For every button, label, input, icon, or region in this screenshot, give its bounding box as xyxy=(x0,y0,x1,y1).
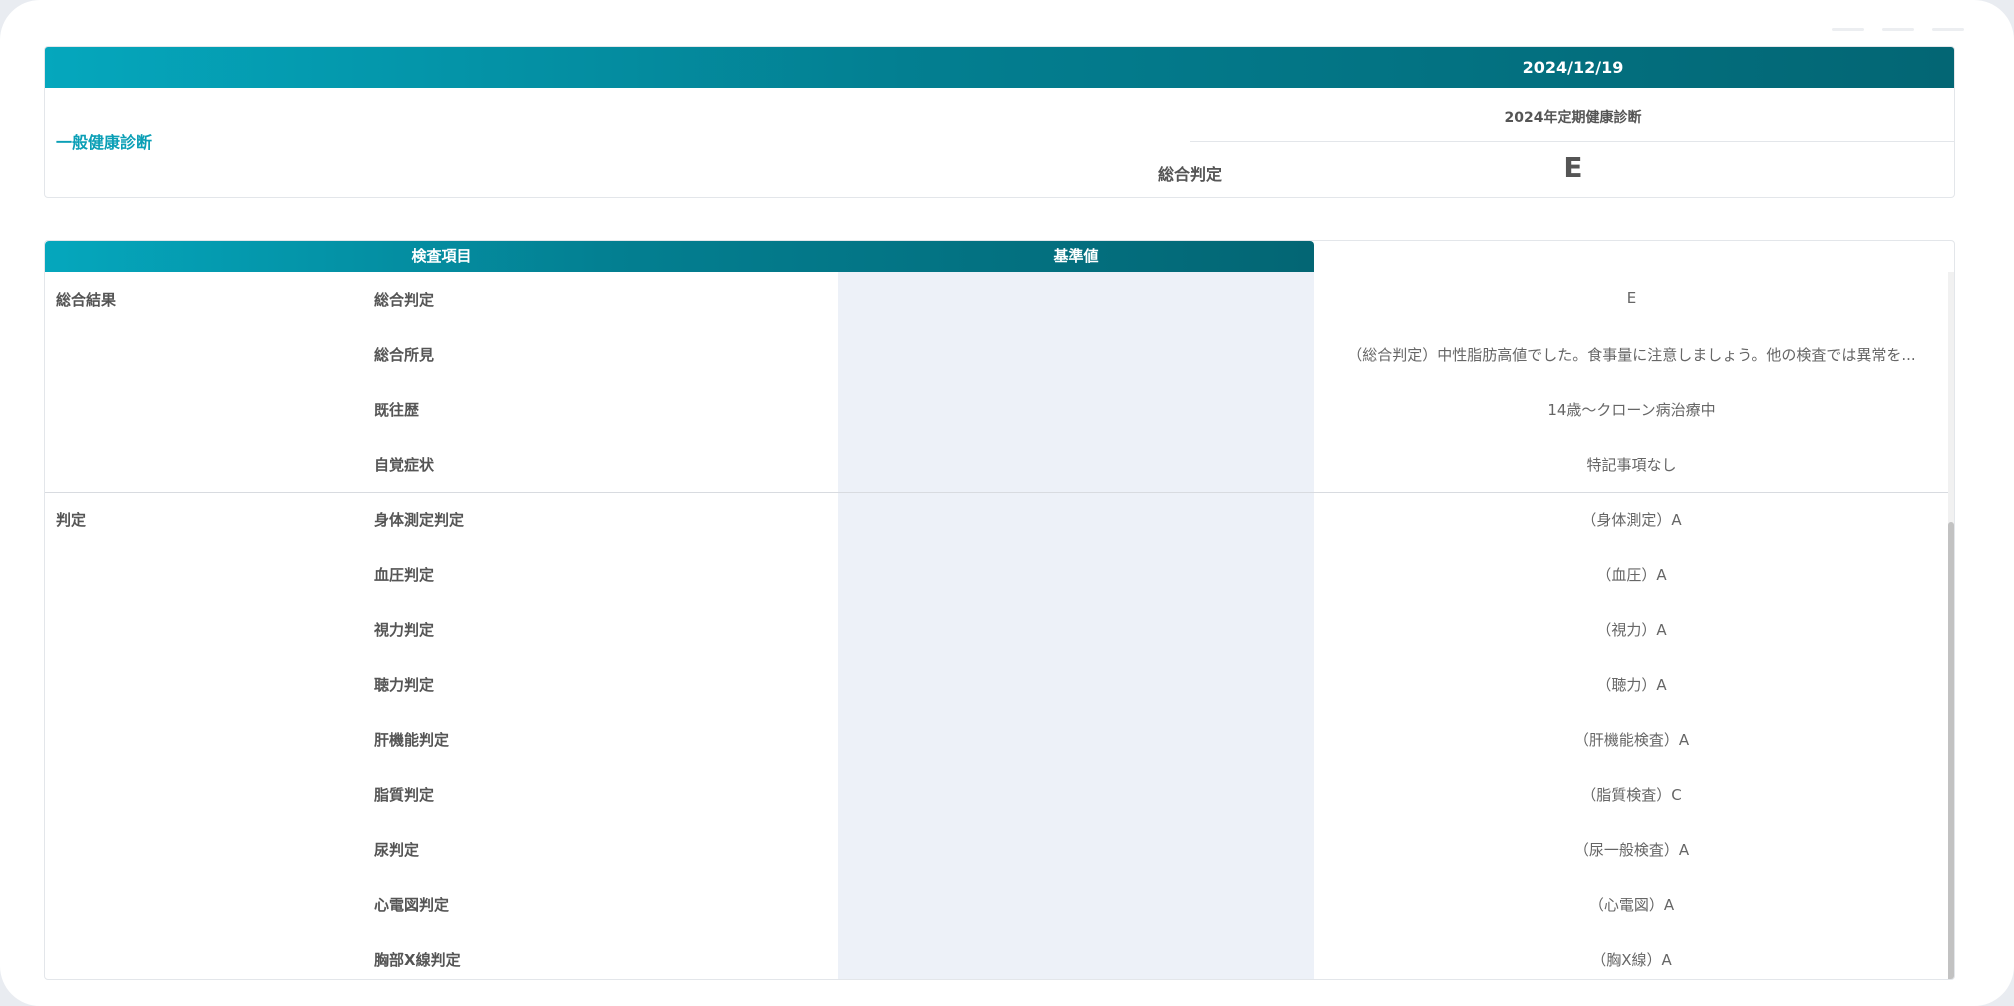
header-reference-value: 基準値 xyxy=(1053,247,1099,265)
exam-category-link[interactable]: 一般健康診断 xyxy=(56,129,152,153)
row-category: 判定 xyxy=(56,511,87,529)
scrollbar-thumb[interactable] xyxy=(1948,522,1954,979)
row-result-value: （肝機能検査）A xyxy=(1573,731,1690,749)
row-exam-item: 総合判定 xyxy=(374,291,435,309)
overall-judgement-value: E xyxy=(1563,151,1583,184)
table-row: 血圧判定 （血圧）A xyxy=(45,547,1949,602)
window-controls xyxy=(1832,28,1964,31)
row-result-value: （視力）A xyxy=(1596,621,1667,639)
table-row: 胸部X線判定 （胸X線）A xyxy=(45,932,1949,979)
table-row: 自覚症状 特記事項なし xyxy=(45,437,1949,492)
summary-card: 2024/12/19 一般健康診断 2024年定期健康診断 総合判定 E xyxy=(44,46,1955,198)
exam-name: 2024年定期健康診断 xyxy=(1504,110,1642,126)
row-result-value: （身体測定）A xyxy=(1581,511,1682,529)
table-row: 総合所見 （総合判定）中性脂肪高値でした。食事量に注意しましょう。他の検査では異常… xyxy=(45,327,1949,382)
row-result-value: 特記事項なし xyxy=(1586,456,1677,474)
table-row: 判定 身体測定判定 （身体測定）A xyxy=(45,492,1949,547)
row-result-value: E xyxy=(1626,289,1637,307)
row-result-value: 14歳～クローン病治療中 xyxy=(1547,401,1716,419)
table-row: 総合結果 総合判定 E xyxy=(45,272,1949,327)
row-result-value: （胸X線）A xyxy=(1591,951,1672,969)
row-exam-item: 脂質判定 xyxy=(374,786,435,804)
close-icon[interactable] xyxy=(1932,28,1964,31)
table-row: 肝機能判定 （肝機能検査）A xyxy=(45,712,1949,767)
table-row: 視力判定 （視力）A xyxy=(45,602,1949,657)
row-exam-item: 胸部X線判定 xyxy=(374,951,461,969)
row-result-value: （聴力）A xyxy=(1596,676,1667,694)
row-result-value: （心電図）A xyxy=(1588,896,1675,914)
row-exam-item: 尿判定 xyxy=(374,841,420,859)
maximize-icon[interactable] xyxy=(1882,28,1914,31)
row-exam-item: 身体測定判定 xyxy=(374,511,465,529)
summary-header-bar: 2024/12/19 xyxy=(45,47,1954,88)
row-exam-item: 総合所見 xyxy=(374,346,435,364)
row-result-value: （脂質検査）C xyxy=(1581,786,1682,804)
table-header: 検査項目 基準値 xyxy=(45,241,1314,272)
row-exam-item: 心電図判定 xyxy=(374,896,450,914)
row-exam-item: 既往歴 xyxy=(374,401,420,419)
row-exam-item: 自覚症状 xyxy=(374,456,435,474)
divider xyxy=(1190,141,1954,142)
row-result-value: （総合判定）中性脂肪高値でした。食事量に注意しましょう。他の検査では異常を... xyxy=(1347,346,1916,364)
row-exam-item: 聴力判定 xyxy=(374,676,435,694)
table-row: 既往歴 14歳～クローン病治療中 xyxy=(45,382,1949,437)
scrollbar[interactable] xyxy=(1948,272,1954,979)
table-row: 尿判定 （尿一般検査）A xyxy=(45,822,1949,877)
row-exam-item: 血圧判定 xyxy=(374,566,435,584)
page: 2024/12/19 一般健康診断 2024年定期健康診断 総合判定 E 検査項… xyxy=(0,0,2014,1006)
header-exam-item: 検査項目 xyxy=(411,247,472,265)
table-row: 聴力判定 （聴力）A xyxy=(45,657,1949,712)
exam-date: 2024/12/19 xyxy=(1522,58,1624,77)
table-row: 脂質判定 （脂質検査）C xyxy=(45,767,1949,822)
row-exam-item: 視力判定 xyxy=(374,621,435,639)
row-category: 総合結果 xyxy=(56,291,117,309)
minimize-icon[interactable] xyxy=(1832,28,1864,31)
row-result-value: （尿一般検査）A xyxy=(1573,841,1690,859)
table-row: 心電図判定 （心電図）A xyxy=(45,877,1949,932)
results-table: 検査項目 基準値 総合結果 総合判定 E 総合所見 （総合判定）中性脂肪高値でした。食事… xyxy=(44,240,1955,980)
row-exam-item: 肝機能判定 xyxy=(374,731,450,749)
row-result-value: （血圧）A xyxy=(1596,566,1667,584)
